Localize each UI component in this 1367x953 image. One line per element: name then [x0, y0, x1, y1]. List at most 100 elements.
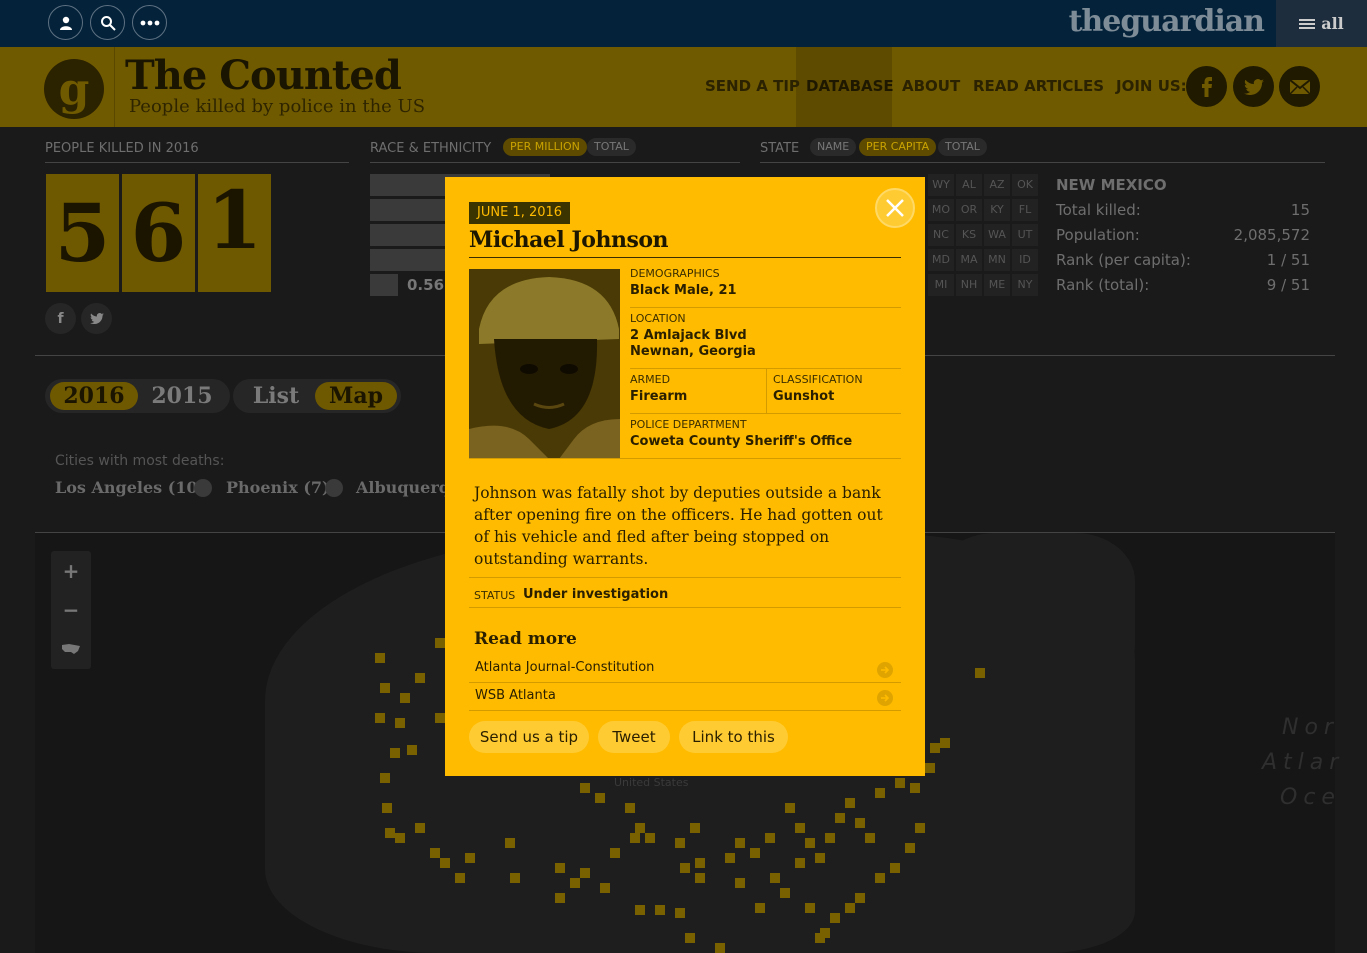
- incident-dot[interactable]: [440, 858, 450, 868]
- incident-dot[interactable]: [695, 858, 705, 868]
- incident-dot[interactable]: [875, 788, 885, 798]
- state-cell[interactable]: MO: [928, 199, 954, 221]
- incident-dot[interactable]: [625, 803, 635, 813]
- incident-dot[interactable]: [610, 848, 620, 858]
- incident-dot[interactable]: [770, 873, 780, 883]
- race-total-toggle[interactable]: TOTAL: [587, 138, 636, 156]
- facebook-join-button[interactable]: [1186, 66, 1227, 107]
- incident-dot[interactable]: [400, 693, 410, 703]
- state-cell[interactable]: KY: [984, 199, 1010, 221]
- state-cell[interactable]: WY: [928, 174, 954, 196]
- incident-dot[interactable]: [415, 673, 425, 683]
- incident-dot[interactable]: [830, 913, 840, 923]
- incident-dot[interactable]: [715, 943, 725, 953]
- state-cell[interactable]: NH: [956, 274, 982, 296]
- send-tip-button[interactable]: Send us a tip: [469, 721, 589, 753]
- tweet-button[interactable]: Tweet: [598, 721, 670, 753]
- state-cell[interactable]: WA: [984, 224, 1010, 246]
- incident-dot[interactable]: [875, 873, 885, 883]
- incident-dot[interactable]: [975, 668, 985, 678]
- state-name-toggle[interactable]: NAME: [810, 138, 857, 156]
- per-million-toggle[interactable]: PER MILLION: [503, 138, 587, 156]
- state-cell[interactable]: AZ: [984, 174, 1010, 196]
- state-total-toggle[interactable]: TOTAL: [938, 138, 987, 156]
- incident-dot[interactable]: [735, 878, 745, 888]
- incident-dot[interactable]: [375, 713, 385, 723]
- incident-dot[interactable]: [380, 773, 390, 783]
- incident-dot[interactable]: [930, 743, 940, 753]
- city-link[interactable]: Albuquerq: [356, 478, 450, 497]
- city-link[interactable]: Phoenix (7): [226, 478, 330, 497]
- incident-dot[interactable]: [925, 763, 935, 773]
- incident-dot[interactable]: [845, 798, 855, 808]
- incident-dot[interactable]: [825, 833, 835, 843]
- state-cell[interactable]: MA: [956, 249, 982, 271]
- incident-dot[interactable]: [795, 858, 805, 868]
- year-2016-toggle[interactable]: 2016: [50, 382, 138, 410]
- search-button[interactable]: [90, 5, 125, 40]
- incident-dot[interactable]: [630, 833, 640, 843]
- incident-dot[interactable]: [380, 683, 390, 693]
- facebook-share-button[interactable]: f: [45, 303, 76, 334]
- incident-dot[interactable]: [455, 873, 465, 883]
- incident-dot[interactable]: [755, 903, 765, 913]
- twitter-join-button[interactable]: [1233, 66, 1274, 107]
- twitter-share-button[interactable]: [81, 303, 112, 334]
- incident-dot[interactable]: [635, 823, 645, 833]
- city-link[interactable]: Los Angeles (10): [55, 478, 205, 497]
- race-bar[interactable]: [370, 249, 445, 271]
- incident-dot[interactable]: [395, 718, 405, 728]
- arrow-right-icon[interactable]: [325, 479, 343, 497]
- incident-dot[interactable]: [910, 783, 920, 793]
- incident-dot[interactable]: [680, 863, 690, 873]
- incident-dot[interactable]: [505, 838, 515, 848]
- incident-dot[interactable]: [465, 853, 475, 863]
- incident-dot[interactable]: [675, 838, 685, 848]
- state-cell[interactable]: NY: [1012, 274, 1038, 296]
- incident-dot[interactable]: [580, 868, 590, 878]
- incident-dot[interactable]: [895, 778, 905, 788]
- source-link[interactable]: WSB Atlanta: [469, 683, 901, 711]
- incident-dot[interactable]: [890, 863, 900, 873]
- state-cell[interactable]: UT: [1012, 224, 1038, 246]
- incident-dot[interactable]: [382, 803, 392, 813]
- profile-button[interactable]: [48, 5, 83, 40]
- state-cell[interactable]: OK: [1012, 174, 1038, 196]
- incident-dot[interactable]: [940, 738, 950, 748]
- incident-dot[interactable]: [555, 863, 565, 873]
- incident-dot[interactable]: [785, 803, 795, 813]
- incident-dot[interactable]: [570, 878, 580, 888]
- incident-dot[interactable]: [805, 838, 815, 848]
- incident-dot[interactable]: [435, 638, 445, 648]
- incident-dot[interactable]: [375, 653, 385, 663]
- incident-dot[interactable]: [385, 828, 395, 838]
- state-cell[interactable]: OR: [956, 199, 982, 221]
- zoom-in-button[interactable]: +: [51, 551, 91, 590]
- incident-dot[interactable]: [395, 833, 405, 843]
- state-cell[interactable]: FL: [1012, 199, 1038, 221]
- more-button[interactable]: [132, 5, 167, 40]
- incident-dot[interactable]: [905, 843, 915, 853]
- race-bar[interactable]: [370, 224, 445, 246]
- email-join-button[interactable]: [1279, 66, 1320, 107]
- incident-dot[interactable]: [415, 823, 425, 833]
- reset-map-button[interactable]: [51, 629, 91, 668]
- nav-read-articles[interactable]: READ ARTICLES: [973, 77, 1104, 95]
- arrow-right-icon[interactable]: [194, 479, 212, 497]
- incident-dot[interactable]: [510, 873, 520, 883]
- state-cell[interactable]: MD: [928, 249, 954, 271]
- state-cell[interactable]: ME: [984, 274, 1010, 296]
- nav-send-tip[interactable]: SEND A TIP: [705, 77, 800, 95]
- incident-dot[interactable]: [390, 748, 400, 758]
- incident-dot[interactable]: [845, 903, 855, 913]
- guardian-g-logo[interactable]: g: [44, 59, 104, 119]
- incident-dot[interactable]: [600, 883, 610, 893]
- state-cell[interactable]: AL: [956, 174, 982, 196]
- incident-dot[interactable]: [855, 893, 865, 903]
- nav-about[interactable]: ABOUT: [902, 77, 960, 95]
- link-to-this-button[interactable]: Link to this: [679, 721, 788, 753]
- incident-dot[interactable]: [780, 888, 790, 898]
- incident-dot[interactable]: [555, 893, 565, 903]
- incident-dot[interactable]: [645, 833, 655, 843]
- incident-dot[interactable]: [725, 853, 735, 863]
